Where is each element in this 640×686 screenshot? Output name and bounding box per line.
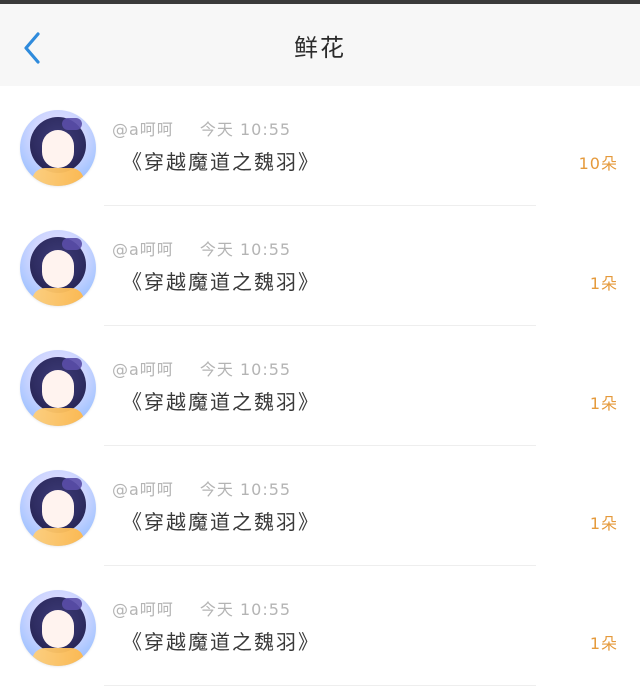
flower-count: 10朵	[578, 154, 618, 173]
flower-count: 1朵	[589, 394, 618, 413]
book-title: 《穿越魔道之魏羽》	[122, 630, 320, 654]
avatar-bow	[62, 478, 82, 490]
book-title: 《穿越魔道之魏羽》	[122, 510, 320, 534]
app-header: 鲜花	[0, 4, 640, 87]
username: @a呵呵	[112, 480, 174, 499]
avatar[interactable]	[20, 110, 96, 186]
avatar-face	[42, 370, 74, 408]
avatar-bow	[62, 598, 82, 610]
list-item[interactable]: @a呵呵 今天 10:55 《穿越魔道之魏羽》 1朵	[0, 206, 640, 326]
timestamp: 今天 10:55	[199, 600, 292, 619]
avatar-face	[42, 130, 74, 168]
flower-count: 1朵	[589, 634, 618, 653]
list-item[interactable]: @a呵呵 今天 10:55 《穿越魔道之魏羽》 10朵	[0, 86, 640, 206]
book-title: 《穿越魔道之魏羽》	[122, 270, 320, 294]
list-item[interactable]: @a呵呵 今天 10:55 《穿越魔道之魏羽》 1朵	[0, 566, 640, 686]
avatar-scarf	[32, 168, 84, 186]
page-title: 鲜花	[294, 34, 346, 62]
timestamp: 今天 10:55	[199, 240, 292, 259]
flower-list: @a呵呵 今天 10:55 《穿越魔道之魏羽》 10朵 @a呵呵 今天 10:5…	[0, 86, 640, 686]
avatar-bow	[62, 358, 82, 370]
item-meta: @a呵呵 今天 10:55	[112, 356, 291, 380]
avatar[interactable]	[20, 230, 96, 306]
flower-count: 1朵	[589, 274, 618, 293]
book-title: 《穿越魔道之魏羽》	[122, 390, 320, 414]
avatar-bow	[62, 238, 82, 250]
avatar[interactable]	[20, 590, 96, 666]
avatar-scarf	[32, 288, 84, 306]
item-meta: @a呵呵 今天 10:55	[112, 596, 291, 620]
avatar-scarf	[32, 408, 84, 426]
item-meta: @a呵呵 今天 10:55	[112, 236, 291, 260]
list-item[interactable]: @a呵呵 今天 10:55 《穿越魔道之魏羽》 1朵	[0, 326, 640, 446]
timestamp: 今天 10:55	[199, 120, 292, 139]
timestamp: 今天 10:55	[199, 480, 292, 499]
item-meta: @a呵呵 今天 10:55	[112, 116, 291, 140]
flower-count: 1朵	[589, 514, 618, 533]
username: @a呵呵	[112, 360, 174, 379]
item-meta: @a呵呵 今天 10:55	[112, 476, 291, 500]
timestamp: 今天 10:55	[199, 360, 292, 379]
avatar[interactable]	[20, 470, 96, 546]
username: @a呵呵	[112, 600, 174, 619]
avatar-face	[42, 610, 74, 648]
avatar-bow	[62, 118, 82, 130]
username: @a呵呵	[112, 120, 174, 139]
avatar-scarf	[32, 648, 84, 666]
avatar-face	[42, 490, 74, 528]
avatar-scarf	[32, 528, 84, 546]
avatar[interactable]	[20, 350, 96, 426]
avatar-face	[42, 250, 74, 288]
username: @a呵呵	[112, 240, 174, 259]
list-item[interactable]: @a呵呵 今天 10:55 《穿越魔道之魏羽》 1朵	[0, 446, 640, 566]
book-title: 《穿越魔道之魏羽》	[122, 150, 320, 174]
